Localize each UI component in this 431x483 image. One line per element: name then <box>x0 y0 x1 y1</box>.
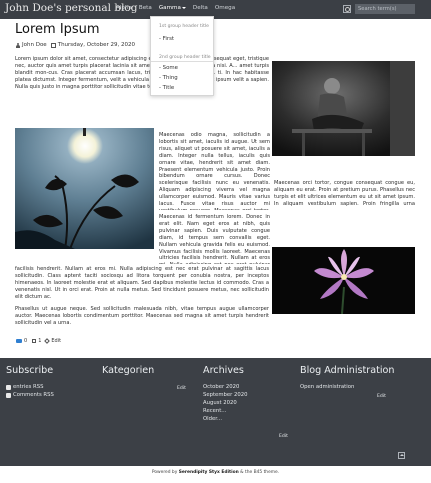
footer-admin: Blog Administration Open administration <box>300 365 394 391</box>
post-paragraph: Maecenas odio magna, sollicitudin a lobo… <box>159 132 270 210</box>
post-date[interactable]: Thursday, October 29, 2020 <box>58 42 135 48</box>
nav-item-omega[interactable]: Omega <box>215 5 235 11</box>
footer-archives: Archives October 2020 September 2020 Aug… <box>203 365 247 423</box>
post-image-musician[interactable] <box>272 61 415 156</box>
comments-rss-link[interactable]: Comments RSS <box>6 391 54 399</box>
plant-bulb-photo <box>15 128 154 249</box>
archive-link[interactable]: Older... <box>203 415 247 423</box>
post-title[interactable]: Lorem Ipsum <box>15 22 100 37</box>
post-author[interactable]: John Doe <box>22 42 47 48</box>
nav-item-gamma-label: Gamma <box>158 5 181 11</box>
dropdown-group-header: 2nd group header title <box>159 55 211 60</box>
archive-link[interactable]: October 2020 <box>203 383 247 391</box>
comment-icon[interactable] <box>16 339 22 343</box>
trackbacks-count[interactable]: 1 <box>38 338 41 344</box>
search-input[interactable] <box>355 4 415 14</box>
edit-link[interactable]: Edit <box>51 338 61 344</box>
footer-heading: Blog Administration <box>300 365 395 376</box>
post-footer-meta: 0 1 Edit <box>16 338 61 344</box>
search-icon[interactable] <box>343 5 351 13</box>
post-paragraph: Phasellus ut augue neque. Sed sollicitud… <box>15 306 269 326</box>
comments-count[interactable]: 0 <box>24 338 27 344</box>
rss-icon <box>6 392 11 398</box>
calendar-icon <box>50 42 56 48</box>
archive-link[interactable]: Recent... <box>203 407 247 415</box>
nav-item-delta[interactable]: Delta <box>193 5 208 11</box>
dropdown-divider <box>151 61 213 62</box>
post-paragraph: Lorem ipsum dolor sit amet, consectetur … <box>15 56 269 90</box>
gamma-dropdown-menu: 1st group header title - First 2nd group… <box>150 16 214 96</box>
edit-icon[interactable] <box>44 338 51 344</box>
footer-categories: Kategorien <box>102 365 154 383</box>
post-image-flower[interactable] <box>272 247 415 314</box>
archive-link[interactable]: August 2020 <box>203 399 247 407</box>
post-paragraph-continued: Maecenas orci tortor, congue consequat c… <box>274 180 415 208</box>
main-nav: Alpha Beta Gamma Delta Omega <box>116 5 242 11</box>
footer-heading: Archives <box>203 365 244 376</box>
post-paragraph-continued: facilisis hendrerit. Nullam at eros mi. … <box>15 266 269 300</box>
post-image-plant-bulb[interactable] <box>15 128 154 249</box>
nav-item-gamma[interactable]: Gamma <box>159 5 186 11</box>
archives-edit-link[interactable]: Edit <box>279 434 288 439</box>
dropdown-group-header: 1st group header title <box>159 24 210 29</box>
dropdown-item-first[interactable]: - First <box>159 36 174 42</box>
back-to-top-icon[interactable] <box>398 452 405 459</box>
rss-icon <box>6 384 11 390</box>
trackback-icon[interactable] <box>32 339 37 343</box>
copyright-line: Powered by Serendipity Styx Edition & th… <box>151 470 280 475</box>
chevron-down-icon <box>181 6 186 9</box>
nav-item-alpha[interactable]: Alpha <box>116 5 132 11</box>
dropdown-item-thing[interactable]: - Thing <box>159 75 178 81</box>
footer-heading: Subscribe <box>6 365 54 376</box>
musician-photo <box>272 61 415 156</box>
entries-rss-link[interactable]: entries RSS <box>6 383 54 391</box>
post-paragraph: Maecenas id fermentum lorem. Donec in er… <box>159 214 270 264</box>
dropdown-item-title[interactable]: - Title <box>159 85 174 91</box>
footer-subscribe: Subscribe entries RSS Comments RSS <box>6 365 54 399</box>
user-icon <box>16 42 20 48</box>
admin-edit-link[interactable]: Edit <box>377 394 386 399</box>
categories-edit-link[interactable]: Edit <box>177 386 186 391</box>
footer-heading: Kategorien <box>102 365 155 376</box>
top-navbar: John Doe's personal blog Alpha Beta Gamm… <box>0 0 431 19</box>
site-footer: Subscribe entries RSS Comments RSS Kateg… <box>0 358 431 466</box>
open-admin-link[interactable]: Open administration <box>300 383 394 391</box>
engine-link[interactable]: Serendipity Styx Edition <box>179 470 239 475</box>
flower-photo <box>272 247 415 314</box>
dropdown-item-some[interactable]: - Some <box>159 65 178 71</box>
nav-item-beta[interactable]: Beta <box>139 5 152 11</box>
post-meta: John Doe Thursday, October 29, 2020 <box>16 42 135 48</box>
archive-link[interactable]: September 2020 <box>203 391 247 399</box>
